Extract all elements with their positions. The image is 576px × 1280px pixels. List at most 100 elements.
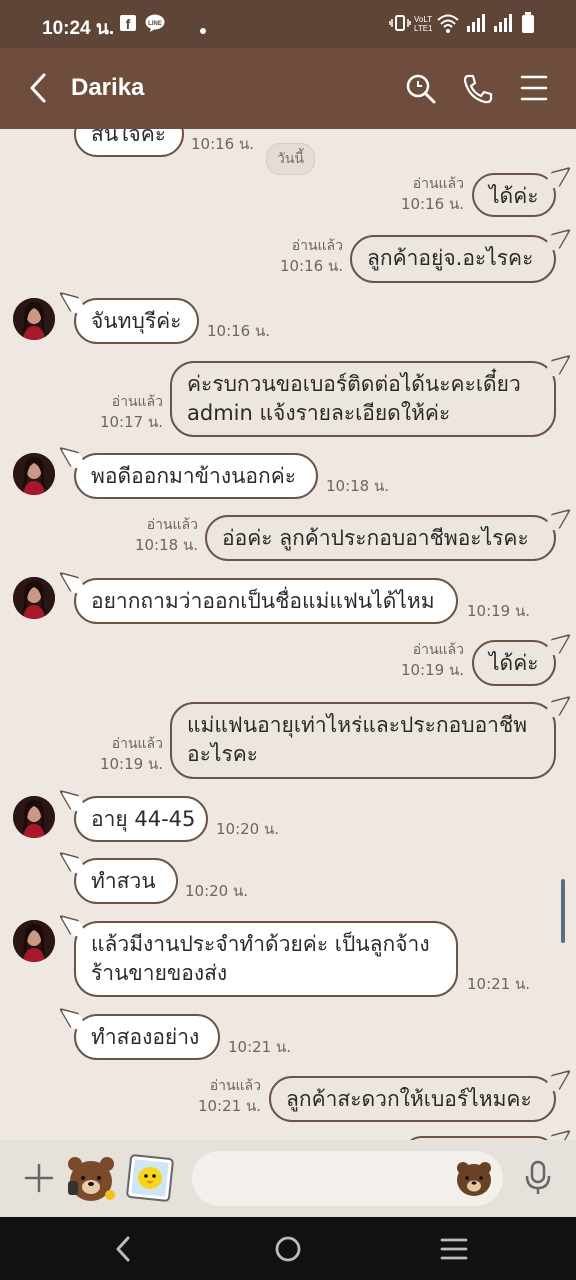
- message-bubble-out[interactable]: ลูกค้าสะดวกให้เบอร์ไหมคะ: [269, 1076, 556, 1122]
- read-status: อ่านแล้ว: [146, 517, 198, 533]
- message-text: ลูกค้าสะดวกให้เบอร์ไหมคะ: [286, 1087, 532, 1111]
- message-time: 10:16 น.: [207, 322, 271, 340]
- read-status: อ่านแล้ว: [111, 394, 163, 410]
- message-bubble-in[interactable]: สนใจค่ะ: [74, 129, 184, 157]
- message-time: 10:16 น.: [279, 257, 343, 275]
- sticker-brown-icon[interactable]: [64, 1151, 118, 1209]
- message-bubble-out[interactable]: ลูกค้าอยู่จ.อะไรคะ: [350, 235, 556, 283]
- message-time: 10:18 น.: [326, 477, 390, 495]
- message-text: พอดีออกมาข้างนอกค่ะ: [91, 464, 297, 488]
- navigation-bar: [0, 1217, 576, 1280]
- read-status: อ่านแล้ว: [111, 736, 163, 752]
- avatar[interactable]: [13, 298, 55, 340]
- message-meta: อ่านแล้ว 10:16 น.: [275, 236, 343, 276]
- message-bubble-in[interactable]: อยากถามว่าออกเป็นชื่อแม่แฟนได้ไหม: [74, 578, 458, 624]
- message-time: 10:19 น.: [99, 755, 163, 773]
- message-text: สนใจค่ะ: [91, 129, 167, 146]
- message-input[interactable]: [192, 1151, 503, 1206]
- message-text: ทำสวน: [91, 869, 156, 893]
- message-text: ค่ะรบกวนขอเบอร์ติดต่อได้นะคะเดี๋ยว: [187, 372, 521, 396]
- message-bubble-out[interactable]: แม่แฟนอายุเท่าไหร่และประกอบอาชีพ อะไรคะ: [170, 702, 556, 779]
- message-meta: อ่านแล้ว 10:21 น.: [193, 1076, 261, 1116]
- svg-text:f: f: [126, 16, 131, 31]
- message-bubble-in[interactable]: แล้วมีงานประจำทำด้วยค่ะ เป็นลูกจ้าง ร้าน…: [74, 921, 458, 997]
- avatar[interactable]: [13, 453, 55, 495]
- message-bubble-out[interactable]: ได้ค่ะ: [472, 640, 556, 686]
- message-time: 10:21 น.: [228, 1038, 292, 1056]
- message-text: อะไรคะ: [187, 742, 259, 766]
- message-text: ร้านขายของส่ง: [91, 961, 228, 985]
- message-bubble-in[interactable]: ทำสวน: [74, 858, 178, 904]
- message-meta: อ่านแล้ว 10:18 น.: [130, 515, 198, 555]
- message-bubble-in[interactable]: จันทบุรีค่ะ: [74, 298, 199, 344]
- message-text: ลูกค้าอยู่จ.อะไรคะ: [367, 246, 534, 270]
- menu-icon[interactable]: [519, 73, 549, 107]
- facebook-icon: f: [120, 15, 136, 35]
- line-icon: LINE: [145, 14, 165, 36]
- message-time: 10:21 น.: [197, 1097, 261, 1115]
- message-text: อ่อค่ะ ลูกค้าประกอบอาชีพอะไรคะ: [222, 526, 529, 550]
- message-time: 10:18 น.: [134, 536, 198, 554]
- message-time: 10:20 น.: [185, 882, 249, 900]
- scrollbar[interactable]: [561, 879, 565, 943]
- nav-back-icon[interactable]: [112, 1235, 134, 1267]
- wifi-icon: [437, 13, 459, 37]
- avatar[interactable]: [13, 577, 55, 619]
- message-meta: อ่านแล้ว 10:17 น.: [95, 392, 163, 432]
- nav-recents-icon[interactable]: [440, 1237, 468, 1265]
- message-text: อายุ 44-45: [91, 807, 196, 831]
- avatar[interactable]: [13, 920, 55, 962]
- chat-header: Darika: [0, 48, 576, 129]
- plus-icon[interactable]: [24, 1163, 54, 1197]
- message-text: admin แจ้งรายละเอียดให้ค่ะ: [187, 401, 451, 425]
- message-time: 10:16 น.: [400, 195, 464, 213]
- read-status: อ่านแล้ว: [209, 1078, 261, 1094]
- message-time: 10:19 น.: [467, 602, 531, 620]
- read-status: อ่านแล้ว: [412, 176, 464, 192]
- message-text: ทำสองอย่าง: [91, 1025, 200, 1049]
- read-status: อ่านแล้ว: [412, 642, 464, 658]
- battery-icon: [521, 12, 535, 38]
- message-bubble-out[interactable]: อ่อค่ะ ลูกค้าประกอบอาชีพอะไรคะ: [205, 515, 556, 561]
- message-bubble-in[interactable]: ทำสองอย่าง: [74, 1014, 220, 1060]
- message-text: แม่แฟนอายุเท่าไหร่และประกอบอาชีพ: [187, 713, 528, 737]
- message-meta: อ่านแล้ว 10:19 น.: [396, 640, 464, 680]
- message-time: 10:20 น.: [216, 820, 280, 838]
- phone-icon[interactable]: [462, 73, 494, 109]
- chat-area[interactable]: สนใจค่ะ 10:16 น. วันนี้ อ่านแล้ว 10:16 น…: [0, 129, 576, 1140]
- sticker-sally-icon[interactable]: [126, 1154, 174, 1206]
- signal-2-icon: [493, 13, 513, 37]
- message-text: ได้ค่ะ: [489, 651, 539, 675]
- message-text: ได้ค่ะ: [489, 184, 539, 208]
- message-meta: อ่านแล้ว 10:19 น.: [95, 734, 163, 774]
- date-chip: วันนี้: [266, 143, 316, 175]
- avatar[interactable]: [13, 796, 55, 838]
- message-bubble-out[interactable]: ค่ะรบกวนขอเบอร์ติดต่อได้นะคะเดี๋ยว admin…: [170, 361, 556, 437]
- mic-icon[interactable]: [524, 1160, 552, 1200]
- svg-text:LINE: LINE: [148, 21, 162, 27]
- message-text: แล้วมีงานประจำทำด้วยค่ะ เป็นลูกจ้าง: [91, 932, 430, 956]
- svg-text:LTE1: LTE1: [414, 24, 432, 33]
- back-icon[interactable]: [26, 72, 50, 108]
- message-bubble-out[interactable]: ได้ค่ะ: [472, 173, 556, 217]
- read-status: อ่านแล้ว: [291, 238, 343, 254]
- input-bar: [0, 1140, 576, 1217]
- search-icon[interactable]: [405, 73, 437, 109]
- emoji-icon[interactable]: [455, 1160, 493, 1202]
- svg-text:VoLTE: VoLTE: [414, 15, 432, 24]
- nav-home-icon[interactable]: [274, 1235, 302, 1267]
- status-bar: 10:24 น. f LINE VoLTELTE1: [0, 0, 576, 48]
- message-time: 10:16 น.: [191, 135, 255, 153]
- message-time: 10:17 น.: [99, 413, 163, 431]
- message-meta: อ่านแล้ว 10:16 น.: [396, 174, 464, 214]
- status-time: 10:24 น.: [42, 18, 115, 39]
- message-time: 10:19 น.: [400, 661, 464, 679]
- message-text: จันทบุรีค่ะ: [91, 309, 182, 333]
- volte-icon: VoLTELTE1: [414, 13, 437, 37]
- message-bubble-in[interactable]: พอดีออกมาข้างนอกค่ะ: [74, 453, 318, 499]
- signal-1-icon: [466, 13, 486, 37]
- message-bubble-in[interactable]: อายุ 44-45: [74, 796, 208, 842]
- contact-name[interactable]: Darika: [71, 74, 144, 102]
- notification-dot-icon: [199, 20, 207, 39]
- vibrate-icon: [389, 13, 411, 37]
